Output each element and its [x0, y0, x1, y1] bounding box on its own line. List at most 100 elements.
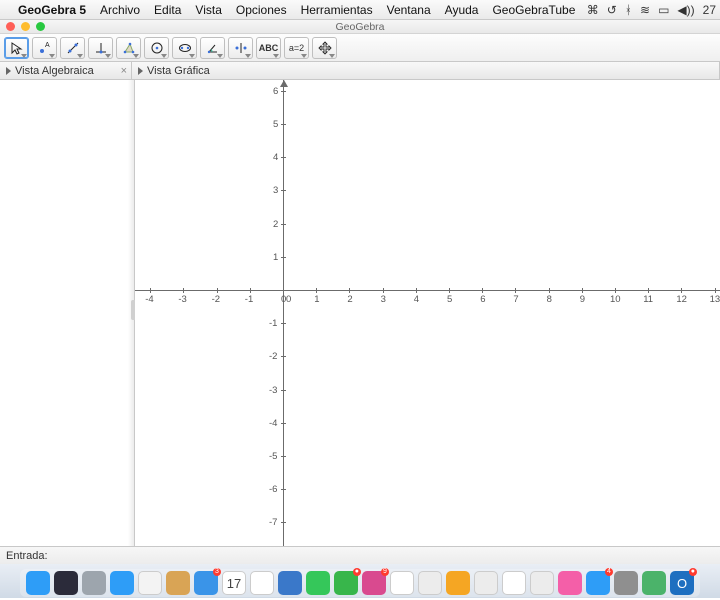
- perpendicular-tool[interactable]: [88, 37, 113, 59]
- x-tick-label: 2: [347, 294, 352, 305]
- dock-messages[interactable]: [306, 571, 330, 595]
- menu-ayuda[interactable]: Ayuda: [445, 3, 479, 17]
- dropbox-icon[interactable]: ⌘: [587, 3, 599, 17]
- x-tick-label: 10: [610, 294, 621, 305]
- x-tick-label: -1: [245, 294, 253, 305]
- disclosure-triangle-icon: [6, 67, 11, 75]
- svg-text:A: A: [45, 42, 50, 49]
- toolbar: A ABCa=2: [0, 34, 720, 62]
- dock-outlook[interactable]: O●: [670, 571, 694, 595]
- menu-herramientas[interactable]: Herramientas: [301, 3, 373, 17]
- window-title: GeoGebra: [0, 21, 720, 33]
- badge: ●: [689, 568, 697, 576]
- app-menu[interactable]: GeoGebra 5: [18, 3, 86, 17]
- graphics-view-tab[interactable]: Vista Gráfica: [132, 62, 720, 79]
- x-axis: [135, 290, 720, 291]
- dock-settings[interactable]: [614, 571, 638, 595]
- slider-tool[interactable]: a=2: [284, 37, 309, 59]
- line-tool[interactable]: [60, 37, 85, 59]
- input-bar-label: Entrada:: [6, 550, 48, 562]
- dock-launchpad[interactable]: [82, 571, 106, 595]
- dock-finder[interactable]: [26, 571, 50, 595]
- point-tool[interactable]: A: [32, 37, 57, 59]
- window-zoom-button[interactable]: [36, 22, 45, 31]
- reflect-tool[interactable]: [228, 37, 253, 59]
- polygon-tool[interactable]: [116, 37, 141, 59]
- algebra-view-close-icon[interactable]: ×: [121, 65, 127, 77]
- menu-vista[interactable]: Vista: [195, 3, 221, 17]
- y-tick-label: -6: [269, 484, 277, 495]
- y-tick-label: -7: [269, 517, 277, 528]
- graphics-view[interactable]: -4-3-2-1012345678910111213-7-6-5-4-3-2-1…: [135, 80, 720, 546]
- window-minimize-button[interactable]: [21, 22, 30, 31]
- dock-siri[interactable]: [54, 571, 78, 595]
- ellipse-tool[interactable]: [172, 37, 197, 59]
- dock-appstore[interactable]: 4: [586, 571, 610, 595]
- origin-label: 0: [286, 294, 291, 305]
- circle-tool[interactable]: [144, 37, 169, 59]
- mac-menubar: GeoGebra 5 Archivo Edita Vista Opciones …: [0, 0, 720, 20]
- dock-preview[interactable]: [278, 571, 302, 595]
- dock: 317●94O●: [20, 569, 700, 597]
- dock-facetime[interactable]: [418, 571, 442, 595]
- dock-app-x[interactable]: [642, 571, 666, 595]
- dock-maps[interactable]: [474, 571, 498, 595]
- dock-ibooks[interactable]: [446, 571, 470, 595]
- x-tick-label: 9: [580, 294, 585, 305]
- menu-archivo[interactable]: Archivo: [100, 3, 140, 17]
- graphics-view-title: Vista Gráfica: [147, 65, 210, 77]
- x-tick-label: 8: [547, 294, 552, 305]
- bluetooth-icon[interactable]: ᚼ: [625, 3, 632, 17]
- y-axis: [283, 80, 284, 546]
- menu-opciones[interactable]: Opciones: [236, 3, 287, 17]
- display-icon[interactable]: ▭: [658, 3, 669, 17]
- dock-itunes[interactable]: [558, 571, 582, 595]
- badge: 3: [213, 568, 221, 576]
- dock-textedit[interactable]: [530, 571, 554, 595]
- volume-icon[interactable]: ◀)): [677, 3, 694, 17]
- menu-geogebratube[interactable]: GeoGebraTube: [492, 3, 575, 17]
- window-close-button[interactable]: [6, 22, 15, 31]
- menu-edita[interactable]: Edita: [154, 3, 181, 17]
- y-tick-label: 1: [273, 252, 278, 263]
- input-bar-field[interactable]: [52, 550, 714, 562]
- x-tick-label: -3: [178, 294, 186, 305]
- text-tool[interactable]: ABC: [256, 37, 281, 59]
- dock-wechat[interactable]: ●: [334, 571, 358, 595]
- y-tick-label: 2: [273, 219, 278, 230]
- algebra-view-tab[interactable]: Vista Algebraica ×: [0, 62, 132, 79]
- x-tick-label: 4: [414, 294, 419, 305]
- panels-header: Vista Algebraica × Vista Gráfica: [0, 62, 720, 80]
- disclosure-triangle-icon: [138, 67, 143, 75]
- move-tool[interactable]: [4, 37, 29, 59]
- dock-notes-app[interactable]: [166, 571, 190, 595]
- algebra-view[interactable]: [0, 80, 135, 546]
- menu-ventana[interactable]: Ventana: [387, 3, 431, 17]
- dock-geogebra[interactable]: [502, 571, 526, 595]
- dock-safari[interactable]: [110, 571, 134, 595]
- dock-mail[interactable]: 3: [194, 571, 218, 595]
- x-tick-label: 5: [447, 294, 452, 305]
- angle-tool[interactable]: [200, 37, 225, 59]
- dock-photos[interactable]: [390, 571, 414, 595]
- y-tick-label: 6: [273, 86, 278, 97]
- clock-text[interactable]: 27: [703, 3, 716, 17]
- move-view-tool[interactable]: [312, 37, 337, 59]
- dock-reminders[interactable]: [250, 571, 274, 595]
- input-bar: Entrada:: [0, 546, 720, 564]
- y-tick-label: -1: [269, 318, 277, 329]
- y-tick-label: -4: [269, 418, 277, 429]
- x-tick-label: 13: [710, 294, 720, 305]
- dock-chrome[interactable]: [138, 571, 162, 595]
- dock-calendar[interactable]: 17: [222, 571, 246, 595]
- y-tick-label: -5: [269, 451, 277, 462]
- x-tick-label: -4: [145, 294, 153, 305]
- y-tick-label: 5: [273, 119, 278, 130]
- wifi-icon[interactable]: ≋: [640, 3, 650, 17]
- badge: ●: [353, 568, 361, 576]
- x-tick-label: 6: [480, 294, 485, 305]
- dock-slack[interactable]: 9: [362, 571, 386, 595]
- x-tick-label: 1: [314, 294, 319, 305]
- algebra-view-title: Vista Algebraica: [15, 65, 94, 77]
- sync-icon[interactable]: ↺: [607, 3, 617, 17]
